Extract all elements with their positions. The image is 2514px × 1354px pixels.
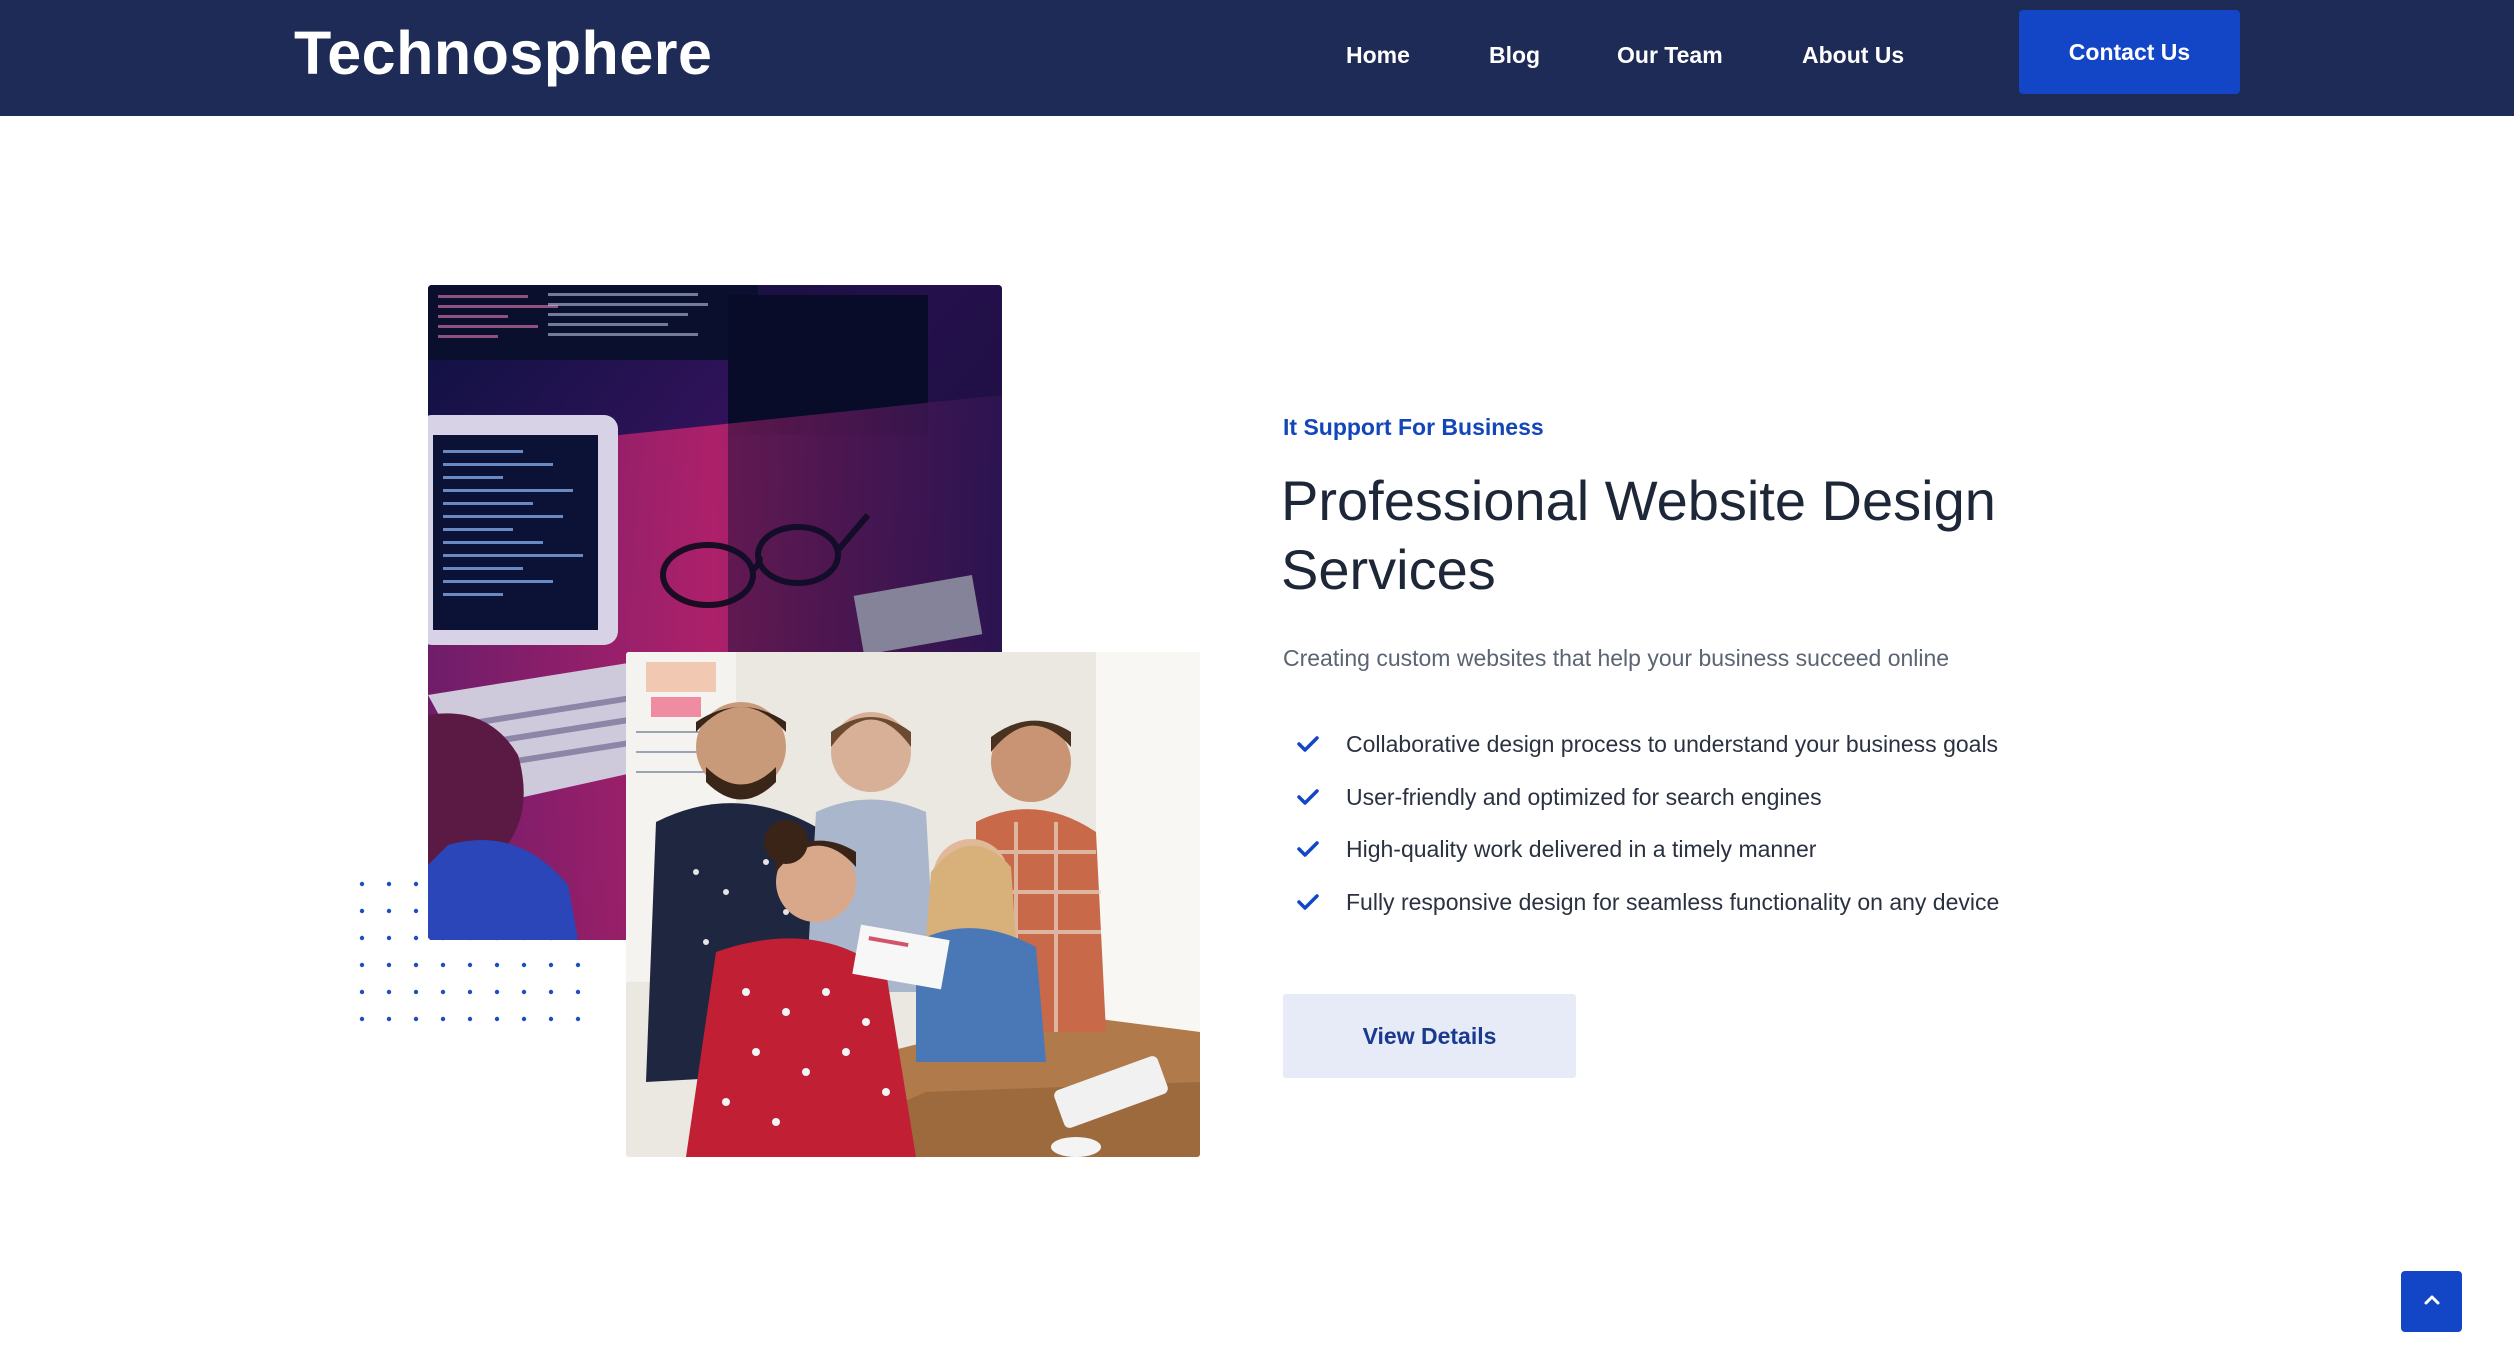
section-subtitle: Creating custom websites that help your …	[1283, 645, 1950, 671]
list-item: User-friendly and optimized for search e…	[1295, 771, 1999, 824]
nav-our-team[interactable]: Our Team	[1617, 38, 1723, 72]
nav-blog[interactable]: Blog	[1489, 38, 1540, 72]
contact-us-button[interactable]: Contact Us	[2019, 10, 2240, 94]
feature-text: High-quality work delivered in a timely …	[1346, 836, 1817, 863]
team-meeting-photo	[626, 652, 1200, 1157]
nav-home[interactable]: Home	[1346, 38, 1410, 72]
feature-text: Fully responsive design for seamless fun…	[1346, 888, 2000, 915]
list-item: Collaborative design process to understa…	[1295, 718, 1999, 771]
feature-text: User-friendly and optimized for search e…	[1346, 783, 1822, 810]
check-icon	[1295, 784, 1321, 810]
list-item: High-quality work delivered in a timely …	[1295, 823, 1999, 876]
check-icon	[1295, 836, 1321, 862]
check-icon	[1295, 889, 1321, 915]
check-icon	[1295, 731, 1321, 757]
section-eyebrow: It Support For Business	[1283, 414, 1544, 440]
list-item: Fully responsive design for seamless fun…	[1295, 876, 1999, 929]
feature-text: Collaborative design process to understa…	[1346, 731, 1999, 758]
section-title: Professional Website Design Services	[1281, 469, 1996, 601]
site-header: Technosphere Home Blog Our Team About Us…	[0, 0, 2514, 116]
nav-about-us[interactable]: About Us	[1802, 38, 1904, 72]
feature-list: Collaborative design process to understa…	[1295, 718, 1999, 928]
chevron-up-icon	[2423, 1293, 2441, 1311]
view-details-button[interactable]: View Details	[1283, 994, 1576, 1078]
scroll-to-top-button[interactable]	[2401, 1271, 2462, 1332]
logo[interactable]: Technosphere	[294, 18, 712, 88]
